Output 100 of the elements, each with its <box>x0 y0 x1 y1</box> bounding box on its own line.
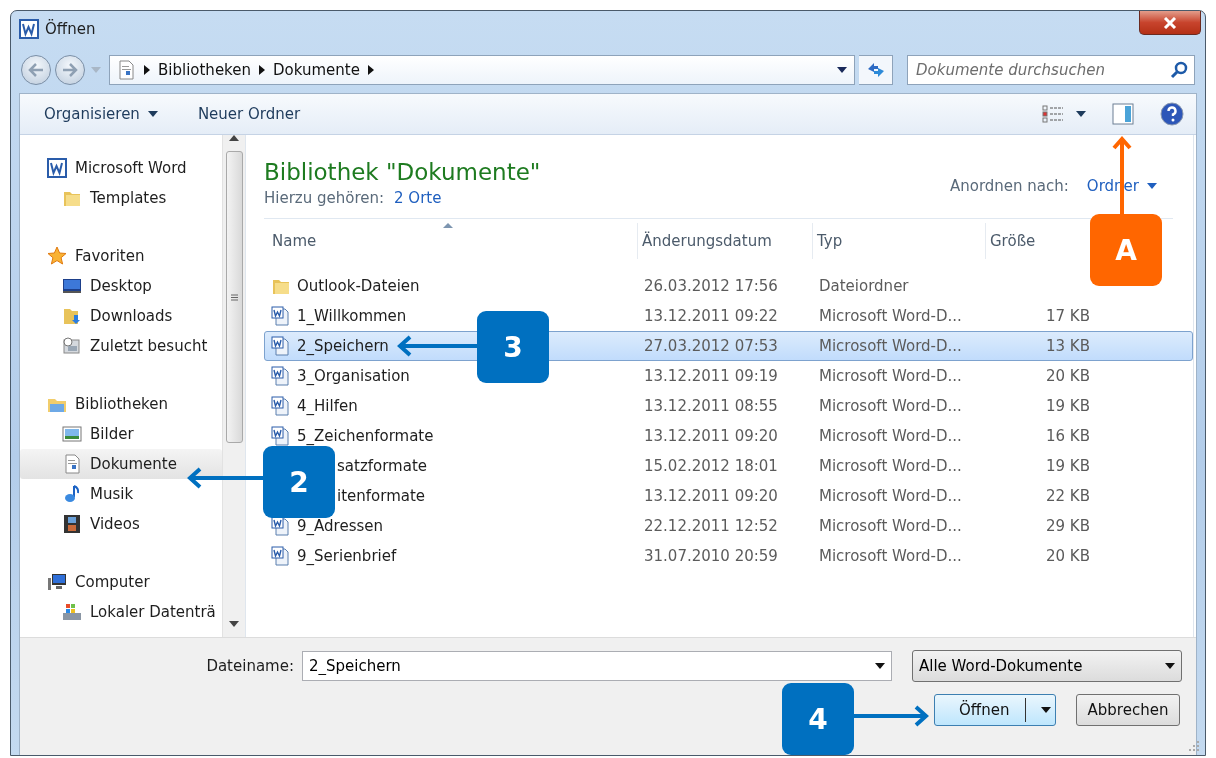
file-name: 2_Speichern <box>297 337 389 355</box>
filename-label: Dateiname: <box>206 657 294 675</box>
date-cell-text: 26.03.2012 17:56 <box>643 277 779 295</box>
scrollbar-thumb[interactable] <box>225 151 243 443</box>
word-icon <box>19 19 39 39</box>
search-input[interactable]: Dokumente durchsuchen <box>916 57 1170 83</box>
size-cell-text: 20 KB <box>1045 367 1091 385</box>
star-icon <box>47 246 67 266</box>
grip-icon <box>230 293 238 301</box>
date-cell-text: 13.12.2011 09:20 <box>643 427 779 445</box>
caret-icon <box>875 663 885 669</box>
sidebar-item[interactable]: Computer <box>20 567 222 597</box>
resize-grip-icon <box>1189 741 1199 751</box>
column-header[interactable]: Größe <box>986 223 1093 259</box>
type-cell-text: Dateiordner <box>818 277 910 295</box>
chevron-icon[interactable] <box>144 65 150 75</box>
date-cell-text: 22.12.2011 12:52 <box>643 517 779 535</box>
sidebar-item[interactable]: Zuletzt besucht <box>20 331 222 361</box>
caret-icon[interactable] <box>837 67 847 73</box>
caret-icon <box>1147 183 1157 189</box>
sidebar-item[interactable]: Desktop <box>20 271 222 301</box>
type-cell-text: Microsoft Word-D... <box>818 307 963 325</box>
file-name: 9_Serienbrief <box>297 547 397 565</box>
music-note-icon <box>62 484 82 504</box>
type-cell-text: Microsoft Word-D... <box>818 367 963 385</box>
word-document-icon <box>271 546 291 566</box>
file-name: 5_Zeichenformate <box>297 427 434 445</box>
refresh-button[interactable] <box>859 55 893 85</box>
column-header[interactable]: Typ <box>813 223 986 259</box>
file-name: 4_Hilfen <box>297 397 358 415</box>
filename-field[interactable]: 2_Speichern <box>302 651 892 681</box>
sidebar-item[interactable]: Lokaler Datenträ <box>20 597 222 627</box>
sidebar-item[interactable]: Templates <box>20 183 222 213</box>
date-cell-text: 13.12.2011 08:55 <box>643 397 779 415</box>
date-cell-text: 13.12.2011 09:19 <box>643 367 779 385</box>
monitor-icon <box>62 276 82 296</box>
chevron-icon[interactable] <box>259 65 265 75</box>
column-header[interactable]: Änderungsdatum <box>638 223 813 259</box>
size-cell-text: 13 KB <box>1045 337 1091 355</box>
file-name: 1_Willkommen <box>297 307 407 325</box>
type-cell-text: Microsoft Word-D... <box>818 487 963 505</box>
date-cell-text: 13.12.2011 09:20 <box>643 487 779 505</box>
callout-badge: 2 <box>263 446 335 518</box>
type-cell-text: Microsoft Word-D... <box>818 397 963 415</box>
sidebar-item[interactable]: Musik <box>20 479 222 509</box>
arrange-label: Anordnen nach: <box>949 177 1069 195</box>
breadcrumb-item[interactable]: Dokumente <box>273 61 360 79</box>
sidebar-item[interactable]: Downloads <box>20 301 222 331</box>
word-icon <box>47 158 67 178</box>
back-button[interactable] <box>21 55 51 85</box>
window-title: Öffnen <box>45 20 97 38</box>
locations-link[interactable]: 2 Orte <box>394 189 442 207</box>
word-document-icon <box>271 426 291 446</box>
close-button[interactable] <box>1139 11 1201 35</box>
sort-caret-icon <box>443 223 453 228</box>
sidebar-item[interactable]: Dokumente <box>20 449 222 479</box>
scroll-down-icon[interactable] <box>229 621 239 627</box>
file-type-dropdown[interactable]: Alle Word-Dokumente <box>912 650 1182 682</box>
file-name: 3_Organisation <box>297 367 410 385</box>
type-cell-text: Microsoft Word-D... <box>818 547 963 565</box>
file-name: itenformate <box>337 487 426 505</box>
preview-pane-icon[interactable] <box>1112 103 1134 125</box>
file-name: 9_Adressen <box>297 517 383 535</box>
menu-button[interactable]: Organisieren <box>44 105 158 123</box>
open-button[interactable]: Öffnen <box>934 694 1056 726</box>
callout-badge: A <box>1090 214 1162 286</box>
sidebar-item[interactable]: Bibliotheken <box>20 389 222 419</box>
date-cell-text: 31.07.2010 20:59 <box>643 547 779 565</box>
document-icon <box>116 60 136 80</box>
address-bar[interactable]: Bibliotheken Dokumente <box>109 55 855 85</box>
view-list-icon[interactable] <box>1042 105 1064 123</box>
word-document-icon <box>271 336 291 356</box>
cancel-button[interactable]: Abbrechen <box>1076 694 1180 726</box>
document-icon <box>62 454 82 474</box>
drive-icon <box>62 602 82 622</box>
download-folder-icon <box>62 306 82 326</box>
chevron-icon[interactable] <box>367 65 374 75</box>
date-cell-text: 15.02.2012 18:01 <box>643 457 779 475</box>
forward-button[interactable] <box>55 55 85 85</box>
sidebar-item[interactable]: Bilder <box>20 419 222 449</box>
search-icon <box>1170 61 1188 79</box>
sidebar-item[interactable]: Microsoft Word <box>20 153 222 183</box>
search-field[interactable]: Dokumente durchsuchen <box>907 55 1195 85</box>
recent-places-icon <box>62 336 82 356</box>
size-cell-text: 19 KB <box>1045 457 1091 475</box>
type-cell-text: Microsoft Word-D... <box>818 427 963 445</box>
view-caret-icon[interactable] <box>1076 111 1086 117</box>
toolbar-button[interactable]: Neuer Ordner <box>197 105 301 123</box>
breadcrumb-item[interactable]: Bibliotheken <box>158 61 251 79</box>
filename-input[interactable]: 2_Speichern <box>309 653 875 679</box>
callout-badge: 4 <box>782 683 854 755</box>
sidebar-item[interactable]: Favoriten <box>20 241 222 271</box>
word-document-icon <box>271 306 291 326</box>
sidebar-item[interactable]: Videos <box>20 509 222 539</box>
column-header[interactable]: Name <box>268 223 638 259</box>
size-cell-text: 29 KB <box>1045 517 1091 535</box>
caret-icon <box>1041 707 1051 713</box>
file-name: satzformate <box>337 457 428 475</box>
help-icon[interactable] <box>1160 102 1184 126</box>
file-name: Outlook-Dateien <box>297 277 420 295</box>
